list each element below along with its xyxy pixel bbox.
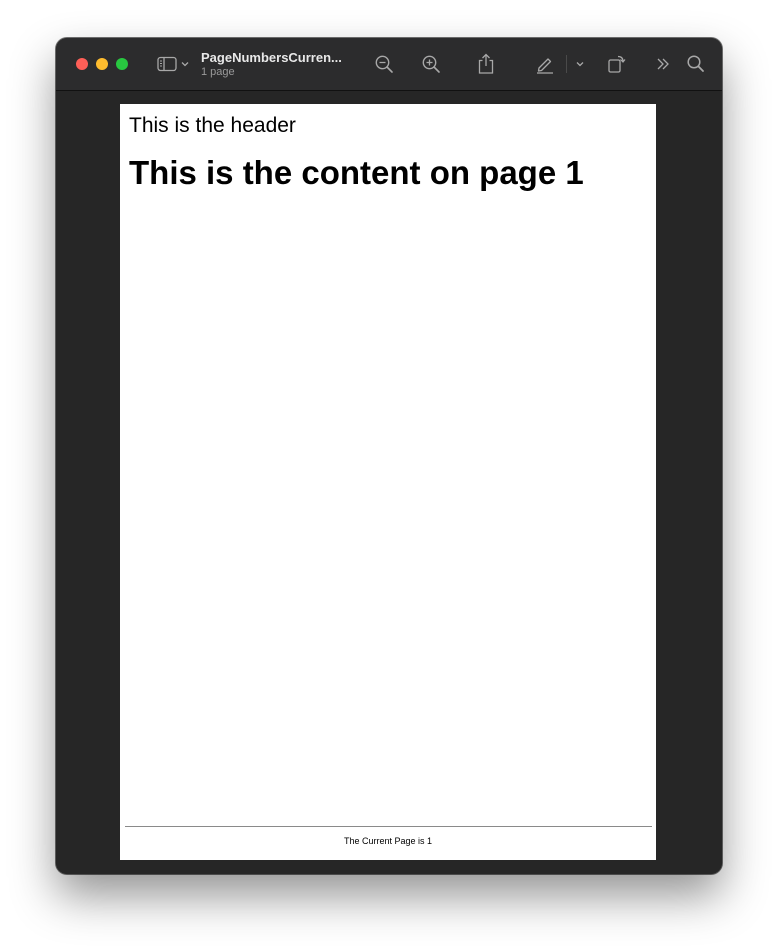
markup-button[interactable] (533, 52, 557, 76)
chevron-down-icon (181, 61, 189, 67)
sidebar-toggle-button[interactable] (153, 52, 193, 76)
titlebar: PageNumbersCurren... 1 page (56, 38, 722, 91)
document-viewer[interactable]: This is the header This is the content o… (56, 91, 722, 874)
document-title[interactable]: PageNumbersCurren... (201, 50, 342, 65)
zoom-out-button[interactable] (372, 52, 396, 76)
close-button[interactable] (76, 58, 88, 70)
zoom-window-button[interactable] (116, 58, 128, 70)
page-footer-text: The Current Page is 1 (343, 836, 433, 846)
chevron-down-icon (576, 61, 584, 67)
sidebar-icon (157, 56, 177, 72)
minimize-button[interactable] (96, 58, 108, 70)
search-button[interactable] (684, 52, 708, 76)
page-content-heading: This is the content on page 1 (129, 154, 584, 191)
markup-pen-icon (535, 54, 555, 74)
markup-options-button[interactable] (573, 52, 587, 76)
footer-divider (125, 826, 652, 827)
share-button[interactable] (474, 52, 498, 76)
page-header-text: This is the header (129, 114, 296, 137)
rotate-icon (606, 54, 626, 74)
rotate-button[interactable] (604, 52, 628, 76)
zoom-in-button[interactable] (419, 52, 443, 76)
toolbar-divider (566, 55, 567, 73)
zoom-in-icon (421, 54, 441, 74)
preview-window: PageNumbersCurren... 1 page This is the … (56, 38, 722, 874)
zoom-out-icon (374, 54, 394, 74)
search-icon (686, 54, 706, 74)
more-icon (655, 57, 671, 71)
more-toolbar-button[interactable] (653, 52, 673, 76)
document-page-count: 1 page (201, 66, 235, 78)
pdf-page[interactable]: This is the header This is the content o… (120, 104, 656, 860)
share-icon (477, 53, 495, 75)
